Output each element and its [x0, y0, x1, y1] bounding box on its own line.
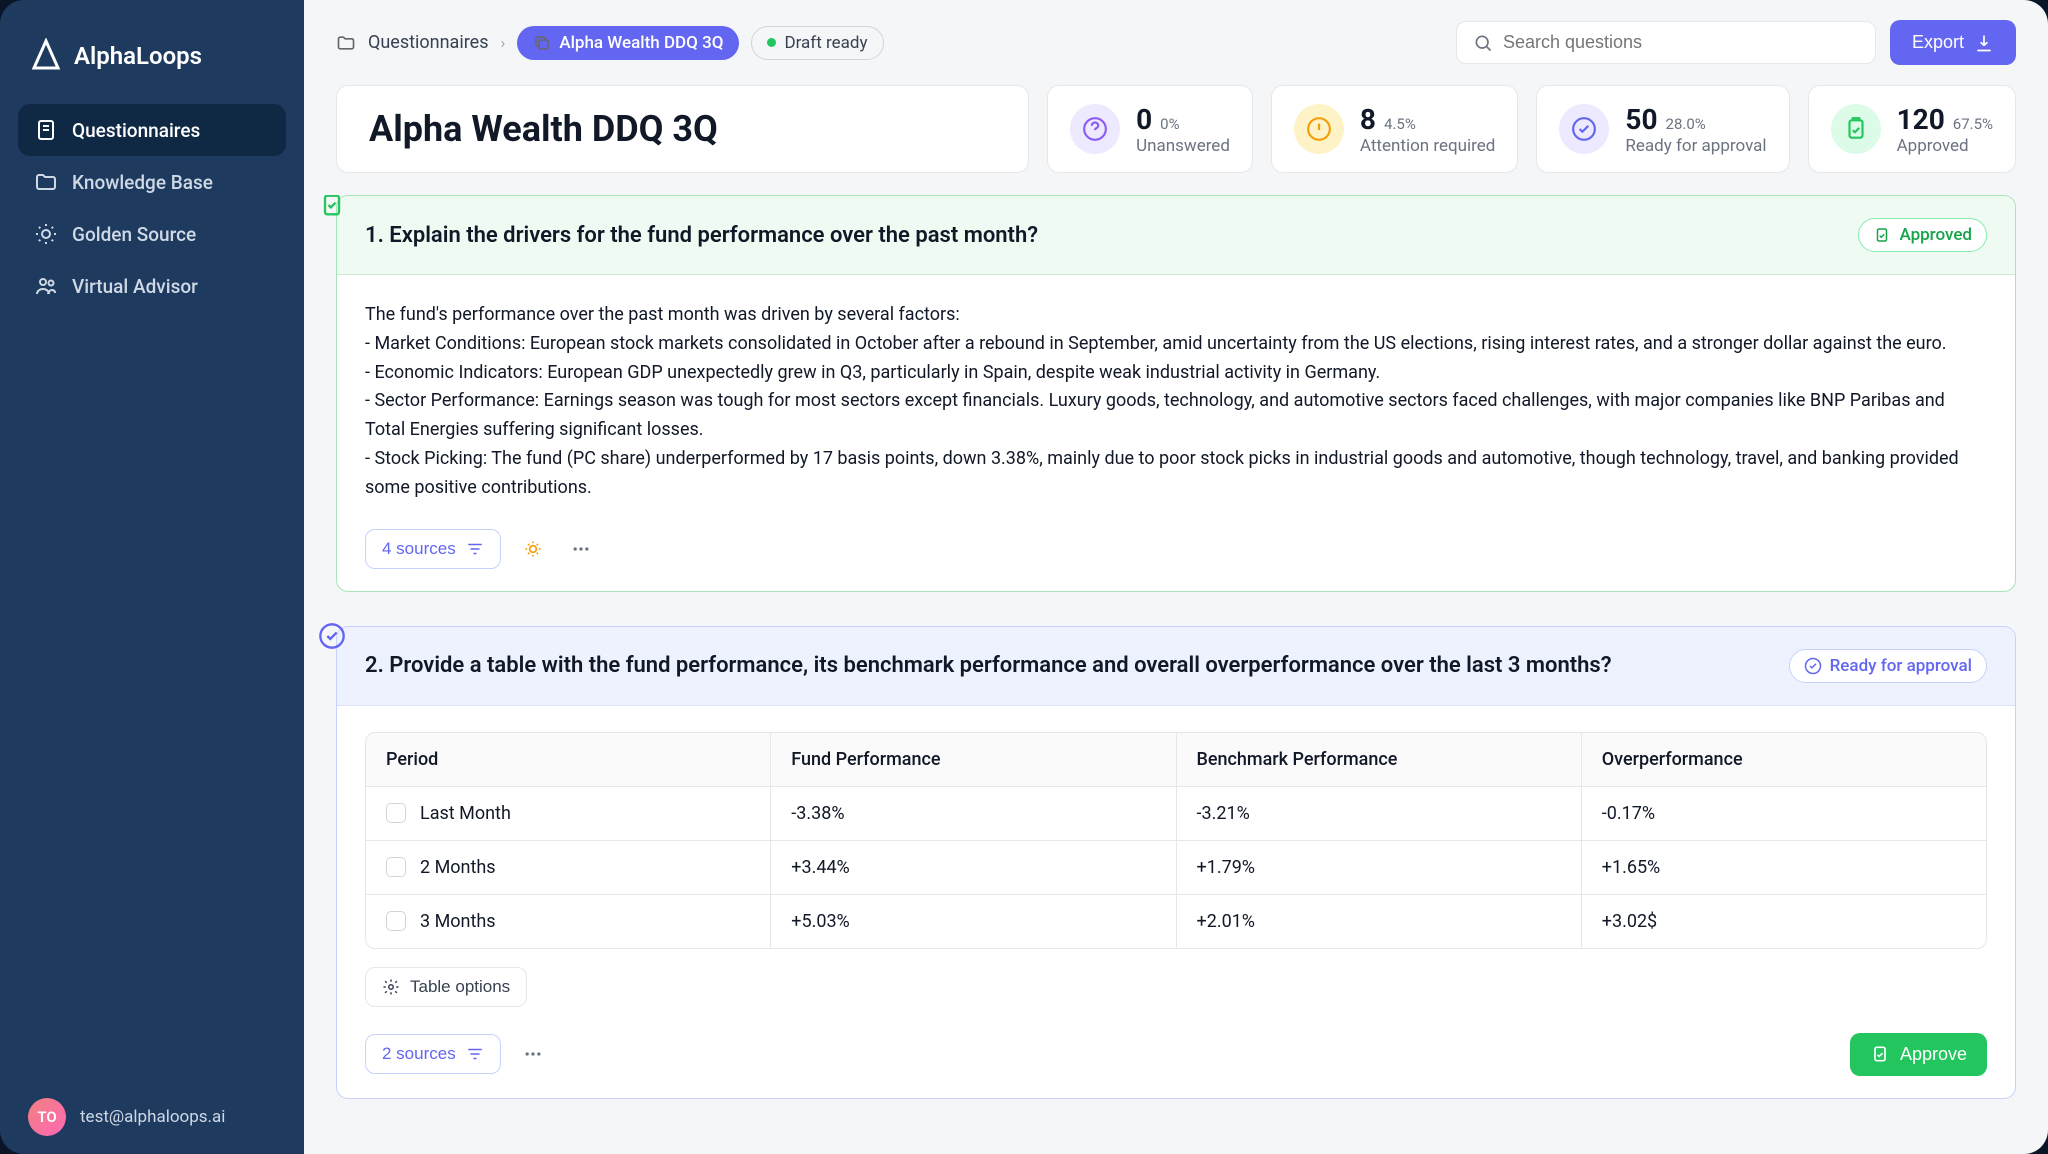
ready-marker-icon	[318, 622, 346, 650]
check-circle-icon	[1804, 657, 1822, 675]
table-row[interactable]: 2 Months +3.44%+1.79%+1.65%	[366, 841, 1986, 895]
table-row[interactable]: 3 Months +5.03%+2.01%+3.02$	[366, 895, 1986, 948]
sources-button-1[interactable]: 4 sources	[365, 529, 501, 569]
page-title: Alpha Wealth DDQ 3Q	[369, 108, 996, 150]
stat-ready: 5028.0%Ready for approval	[1536, 85, 1789, 173]
folder-icon	[34, 170, 58, 194]
sort-icon	[466, 1045, 484, 1063]
row-checkbox[interactable]	[386, 857, 406, 877]
status-dot-icon	[767, 38, 776, 47]
table-row[interactable]: Last Month -3.38%-3.21%-0.17%	[366, 787, 1986, 841]
main: Questionnaires › Alpha Wealth DDQ 3Q Dra…	[304, 0, 2048, 1154]
question-1-title: 1. Explain the drivers for the fund perf…	[365, 223, 1858, 248]
header-row: Alpha Wealth DDQ 3Q 00%Unanswered 84.5%A…	[304, 85, 2048, 195]
question-card-2: 2. Provide a table with the fund perform…	[336, 626, 2016, 1099]
download-icon	[1974, 33, 1994, 53]
status-pill: Draft ready	[751, 26, 883, 60]
documents-icon	[34, 118, 58, 142]
folder-icon	[336, 33, 356, 53]
sidebar: AlphaLoops Questionnaires Knowledge Base…	[0, 0, 304, 1154]
sort-icon	[466, 540, 484, 558]
stat-approved: 12067.5%Approved	[1808, 85, 2016, 173]
search-input[interactable]	[1503, 32, 1859, 53]
question-card-1: 1. Explain the drivers for the fund perf…	[336, 195, 2016, 592]
more-button[interactable]	[517, 1038, 549, 1070]
approve-button[interactable]: Approve	[1850, 1033, 1987, 1076]
chevron-right-icon: ›	[501, 33, 506, 52]
user-section[interactable]: TO test@alphaloops.ai	[18, 1088, 286, 1136]
avatar: TO	[28, 1098, 66, 1136]
approved-marker-icon	[318, 195, 346, 219]
question-1-body: The fund's performance over the past mon…	[337, 275, 2015, 529]
sources-button-2[interactable]: 2 sources	[365, 1034, 501, 1074]
search-icon	[1473, 33, 1493, 53]
table-options-button[interactable]: Table options	[365, 967, 527, 1007]
more-button[interactable]	[565, 533, 597, 565]
crumb-current[interactable]: Alpha Wealth DDQ 3Q	[517, 26, 739, 60]
copy-icon	[533, 34, 551, 52]
topbar: Questionnaires › Alpha Wealth DDQ 3Q Dra…	[304, 0, 2048, 85]
clipboard-check-icon	[1873, 226, 1891, 244]
ready-badge: Ready for approval	[1789, 649, 1987, 683]
row-checkbox[interactable]	[386, 803, 406, 823]
check-circle-icon	[1559, 104, 1609, 154]
brand-logo: AlphaLoops	[28, 38, 276, 74]
sun-icon	[34, 222, 58, 246]
question-icon	[1070, 104, 1120, 154]
alert-icon	[1294, 104, 1344, 154]
approve-icon	[1870, 1044, 1890, 1064]
performance-table: Period Fund Performance Benchmark Perfor…	[365, 732, 1987, 949]
nav: Questionnaires Knowledge Base Golden Sou…	[18, 104, 286, 1088]
export-button[interactable]: Export	[1890, 20, 2016, 65]
title-card: Alpha Wealth DDQ 3Q	[336, 85, 1029, 173]
gear-icon	[382, 978, 400, 996]
user-email: test@alphaloops.ai	[80, 1107, 225, 1127]
nav-knowledge-base[interactable]: Knowledge Base	[18, 156, 286, 208]
nav-virtual-advisor[interactable]: Virtual Advisor	[18, 260, 286, 312]
content-scroll[interactable]: 1. Explain the drivers for the fund perf…	[304, 195, 2048, 1154]
stat-attention: 84.5%Attention required	[1271, 85, 1518, 173]
crumb-root[interactable]: Questionnaires	[368, 32, 489, 53]
question-2-body: Period Fund Performance Benchmark Perfor…	[337, 706, 2015, 1033]
approved-badge: Approved	[1858, 218, 1987, 252]
row-checkbox[interactable]	[386, 911, 406, 931]
nav-golden-source[interactable]: Golden Source	[18, 208, 286, 260]
breadcrumb: Questionnaires › Alpha Wealth DDQ 3Q Dra…	[336, 26, 1442, 60]
nav-questionnaires[interactable]: Questionnaires	[18, 104, 286, 156]
table-header: Period Fund Performance Benchmark Perfor…	[366, 733, 1986, 787]
stat-unanswered: 00%Unanswered	[1047, 85, 1253, 173]
question-2-title: 2. Provide a table with the fund perform…	[365, 653, 1789, 678]
logo-icon	[28, 38, 64, 74]
ai-suggest-button[interactable]	[517, 533, 549, 565]
search-box[interactable]	[1456, 21, 1876, 64]
users-icon	[34, 274, 58, 298]
clipboard-check-icon	[1831, 104, 1881, 154]
